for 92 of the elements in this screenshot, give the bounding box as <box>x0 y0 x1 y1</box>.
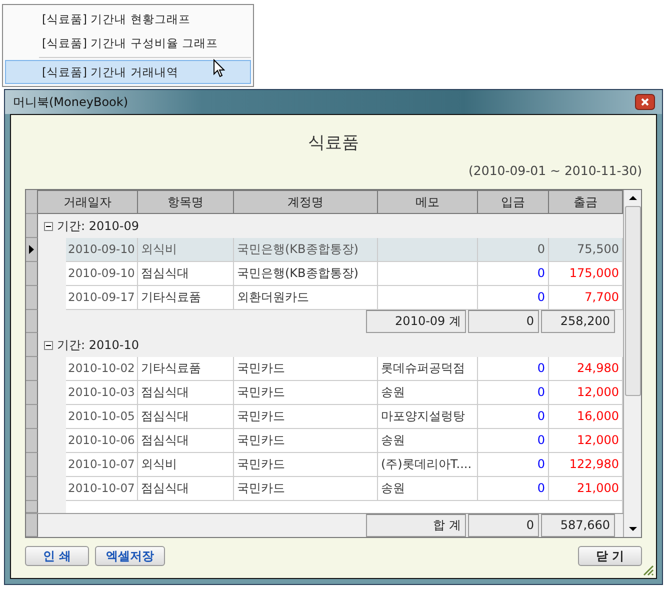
table-cell: 2010-10-03 <box>66 381 138 405</box>
scroll-thumb[interactable] <box>624 206 640 396</box>
table-row[interactable]: 2010-10-07 점심식대 국민카드 송원 0 21,000 <box>26 477 623 501</box>
table-cell: 점심식대 <box>138 381 234 405</box>
table-cell: 7,700 <box>549 286 623 310</box>
table-cell: 2010-10-05 <box>66 405 138 429</box>
table-cell: 점심식대 <box>138 429 234 453</box>
table-cell: 국민은행(KB종합통장) <box>234 238 378 262</box>
table-cell: 국민카드 <box>234 357 378 381</box>
column-header[interactable]: 항목명 <box>138 190 234 214</box>
table-cell: 송원 <box>381 481 405 495</box>
table-cell: 0 <box>478 381 549 405</box>
resize-grip-icon[interactable] <box>642 564 654 576</box>
total-cell: 0 <box>468 514 539 537</box>
table-cell: 0 <box>478 477 549 501</box>
collapse-icon[interactable] <box>44 222 53 230</box>
action-button[interactable]: 엑셀저장 <box>95 546 165 566</box>
column-header[interactable]: 출금 <box>549 190 623 214</box>
table-row[interactable]: 2010-10-07 외식비 국민카드 (주)롯데리아T.... 0 122,980 <box>26 453 623 477</box>
group-label: 기간: 2010-09 <box>57 218 139 234</box>
table-cell: 국민카드 <box>234 453 378 477</box>
menu-item[interactable]: [식료품] 기간내 거래내역 <box>5 60 251 84</box>
table-cell: 외환더원카드 <box>234 286 378 310</box>
table-cell: 국민카드 <box>234 429 378 453</box>
table-cell: 0 <box>478 238 549 262</box>
table-cell: 기타식료품 <box>138 286 234 310</box>
subtotal-label: 2010-09 계 <box>366 310 466 333</box>
close-button[interactable]: 닫 기 <box>578 546 642 566</box>
table-cell: 외식비 <box>138 453 234 477</box>
table-cell: 점심식대 <box>138 262 234 286</box>
table-cell: 국민카드 <box>234 381 378 405</box>
table-cell: 마포양지설렁탕 <box>381 409 465 423</box>
table-cell: 기타식료품 <box>138 357 234 381</box>
table-cell: 점심식대 <box>138 477 234 501</box>
table-cell: 2010-09-10 <box>66 262 138 286</box>
table-cell: (주)롯데리아T.... <box>381 457 472 471</box>
table-cell: 12,000 <box>549 429 623 453</box>
table-cell: 송원 <box>381 433 405 447</box>
action-button[interactable]: 인 쇄 <box>25 546 89 566</box>
table-cell: 16,000 <box>549 405 623 429</box>
table-cell: 2010-10-07 <box>66 453 138 477</box>
table-cell: 0 <box>478 405 549 429</box>
table-cell: 12,000 <box>549 381 623 405</box>
report-title: 식료품 <box>307 132 360 155</box>
table-cell: 국민카드 <box>234 477 378 501</box>
table-cell: 2010-10-02 <box>66 357 138 381</box>
subtotal-cell: 0 <box>468 310 539 333</box>
table-cell: 75,500 <box>549 238 623 262</box>
table-cell: 0 <box>478 453 549 477</box>
column-header[interactable]: 메모 <box>378 190 478 214</box>
table-row[interactable]: 2010-09-17 기타식료품 외환더원카드 0 7,700 <box>26 286 623 310</box>
column-header[interactable]: 거래일자 <box>38 190 138 214</box>
collapse-icon[interactable] <box>44 340 53 350</box>
menu-item[interactable]: [식료품] 기간내 구성비율 그래프 <box>5 31 251 55</box>
group-label: 기간: 2010-10 <box>57 336 139 354</box>
menu-item[interactable]: [식료품] 기간내 현황그래프 <box>5 7 251 31</box>
table-cell: 0 <box>478 357 549 381</box>
table-cell: 0 <box>478 286 549 310</box>
table-cell: 외식비 <box>138 238 234 262</box>
close-icon[interactable] <box>635 94 655 110</box>
subtotal-cell: 258,200 <box>541 310 615 333</box>
table-row[interactable]: 2010-09-10 점심식대 국민은행(KB종합통장) 0 175,000 <box>26 262 623 286</box>
table-cell: 송원 <box>381 385 405 399</box>
table-row[interactable]: 2010-10-02 기타식료품 국민카드 롯데슈퍼공덕점 0 24,980 <box>26 357 623 381</box>
scrollbar[interactable] <box>623 190 641 537</box>
table-row[interactable]: 2010-09-10 외식비 국민은행(KB종합통장) 0 75,500 <box>26 238 623 262</box>
table-cell: 24,980 <box>549 357 623 381</box>
table-cell: 국민카드 <box>234 405 378 429</box>
cursor-icon <box>213 59 225 78</box>
table-row[interactable]: 2010-10-06 점심식대 국민카드 송원 0 12,000 <box>26 429 623 453</box>
table-cell: 2010-09-10 <box>66 238 138 262</box>
table-cell: 2010-10-06 <box>66 429 138 453</box>
table-cell: 국민은행(KB종합통장) <box>234 262 378 286</box>
row-pointer-icon <box>29 245 34 254</box>
table-cell: 21,000 <box>549 477 623 501</box>
table-cell: 0 <box>478 262 549 286</box>
table-cell: 175,000 <box>549 262 623 286</box>
table-cell: 0 <box>478 429 549 453</box>
table-cell: 122,980 <box>549 453 623 477</box>
column-header[interactable]: 입금 <box>478 190 549 214</box>
total-label: 합 계 <box>366 514 466 537</box>
row-header[interactable] <box>26 238 38 262</box>
date-range: (2010-09-01 ~ 2010-11-30) <box>468 163 642 180</box>
table-cell: 롯데슈퍼공덕점 <box>381 361 465 375</box>
table-cell: 2010-09-17 <box>66 286 138 310</box>
table-cell: 점심식대 <box>138 405 234 429</box>
table-cell: 2010-10-07 <box>66 477 138 501</box>
table-row[interactable]: 2010-10-05 점심식대 국민카드 마포양지설렁탕 0 16,000 <box>26 405 623 429</box>
total-cell: 587,660 <box>541 514 615 537</box>
window-title: 머니북(MoneyBook) <box>13 94 128 110</box>
column-header[interactable]: 계정명 <box>234 190 378 214</box>
table-row[interactable]: 2010-10-03 점심식대 국민카드 송원 0 12,000 <box>26 381 623 405</box>
